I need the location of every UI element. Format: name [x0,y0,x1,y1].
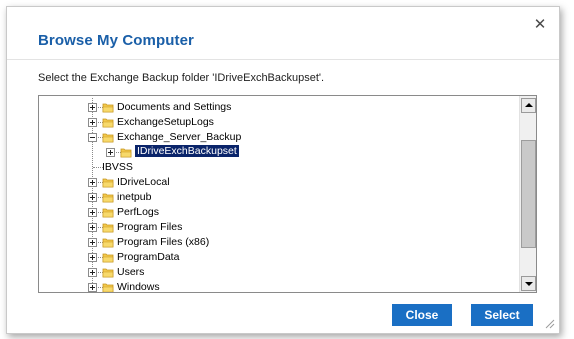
expand-icon[interactable] [88,253,97,262]
folder-icon [102,193,114,203]
tree-item-label: IDriveLocal [117,176,170,188]
scroll-down-button[interactable] [521,276,536,291]
tree-item-label: PerfLogs [117,206,160,218]
tree-item[interactable]: inetpub [39,190,499,205]
folder-icon [102,238,114,248]
expand-icon[interactable] [88,208,97,217]
instruction-text: Select the Exchange Backup folder 'IDriv… [38,72,325,84]
tree-item[interactable]: IDriveLocal [39,175,499,190]
tree-item-label: ProgramData [117,251,180,263]
folder-icon [102,133,114,143]
expand-icon[interactable] [88,103,97,112]
scroll-up-button[interactable] [521,98,536,113]
arrow-up-icon [525,103,533,107]
expand-icon[interactable] [88,178,97,187]
tree-item[interactable]: IDriveExchBackupset [39,144,499,160]
tree-item[interactable]: Program Files [39,220,499,235]
folder-icon [102,223,114,233]
folder-icon [102,208,114,218]
folder-icon [120,148,132,158]
expand-icon[interactable] [88,223,97,232]
expand-icon[interactable] [88,283,97,292]
close-icon[interactable]: ✕ [531,16,549,34]
tree-item[interactable]: Program Files (x86) [39,235,499,250]
close-button[interactable]: Close [392,304,452,326]
tree-item-label: Windows [117,281,160,292]
expand-icon[interactable] [88,268,97,277]
tree-item-label: ExchangeSetupLogs [117,116,214,128]
folder-icon [102,253,114,263]
tree-item-label: Users [117,266,145,278]
expand-icon[interactable] [88,238,97,247]
tree-item[interactable]: ExchangeSetupLogs [39,115,499,130]
tree-scrollbar[interactable] [519,96,536,292]
folder-icon [102,103,114,113]
tree-item-label-selected: IDriveExchBackupset [134,144,240,158]
tree-item-label: Documents and Settings [117,101,232,113]
tree-item[interactable]: Users [39,265,499,280]
folder-icon [102,178,114,188]
tree-item[interactable]: Documents and Settings [39,100,499,115]
expand-icon[interactable] [88,118,97,127]
resize-grip-icon[interactable] [543,317,555,329]
title-divider [7,59,559,60]
folder-icon [102,268,114,278]
dialog-title: Browse My Computer [38,32,194,49]
tree-item[interactable]: Exchange_Server_Backup [39,130,499,145]
folder-tree[interactable]: Documents and Settings ExchangeSetupLogs E… [38,95,537,293]
collapse-icon[interactable] [88,133,97,142]
scroll-thumb[interactable] [521,140,536,248]
select-button[interactable]: Select [471,304,533,326]
tree-item-label: Program Files (x86) [117,236,210,248]
folder-icon [102,283,114,292]
expand-icon[interactable] [106,148,115,157]
tree-item[interactable]: ProgramData [39,250,499,265]
tree-item-label: inetpub [117,191,152,203]
tree-item[interactable]: Windows [39,280,499,292]
folder-icon [102,118,114,128]
tree-item[interactable]: PerfLogs [39,205,499,220]
arrow-down-icon [525,282,533,286]
browse-dialog: Browse My Computer ✕ Select the Exchange… [6,6,560,334]
tree-viewport: Documents and Settings ExchangeSetupLogs E… [39,96,519,292]
tree-item-label: IBVSS [102,161,133,173]
tree-item-label: Exchange_Server_Backup [117,131,242,143]
tree-item[interactable]: IBVSS [39,160,499,175]
expand-icon[interactable] [88,193,97,202]
tree-item-label: Program Files [117,221,183,233]
